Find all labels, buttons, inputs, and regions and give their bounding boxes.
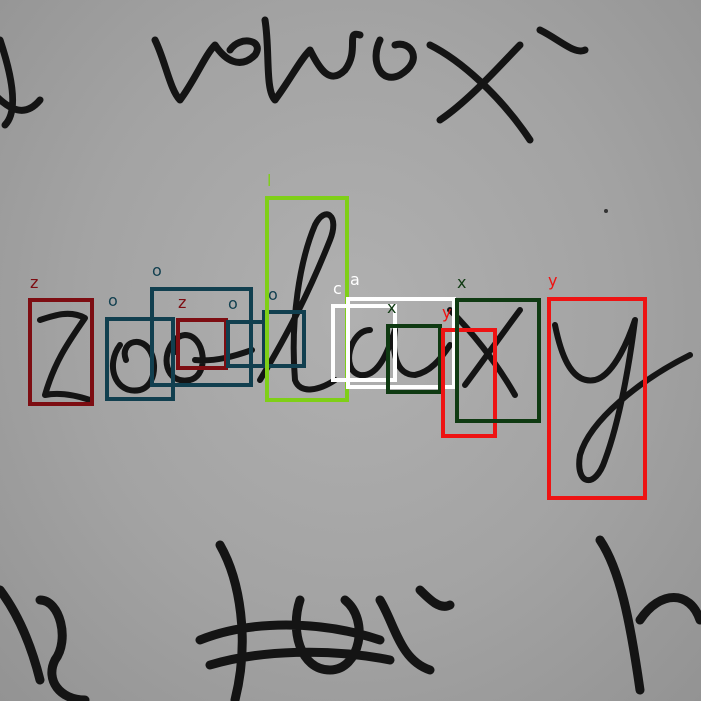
box-label-z: z — [178, 293, 187, 312]
ink-dot — [604, 209, 608, 213]
stroke-bottom-word-2 — [195, 540, 455, 701]
box-label-x: x — [387, 298, 397, 317]
photo-canvas: zoozoolcaxyxy — [0, 0, 701, 701]
stroke-top-word — [151, 16, 589, 144]
bounding-box-o — [226, 320, 266, 368]
box-label-c: c — [333, 279, 342, 298]
box-label-o: o — [108, 291, 118, 310]
bounding-box-y — [547, 297, 647, 500]
stroke-top-left-fragment — [0, 36, 44, 129]
box-label-a: a — [350, 270, 360, 289]
box-label-x: x — [457, 273, 467, 292]
bounding-box-z — [28, 298, 94, 406]
stroke-bottom-word-3 — [595, 535, 701, 695]
bounding-box-z — [176, 318, 228, 370]
bounding-box-x — [455, 298, 541, 423]
box-label-l: l — [267, 171, 272, 190]
box-label-z: z — [30, 273, 39, 292]
box-label-y: y — [548, 271, 558, 290]
bounding-box-x — [386, 324, 442, 394]
box-label-y: y — [442, 303, 452, 322]
stroke-bottom-word-1 — [0, 585, 90, 701]
box-label-o: o — [152, 261, 162, 280]
box-label-o: o — [228, 294, 238, 313]
